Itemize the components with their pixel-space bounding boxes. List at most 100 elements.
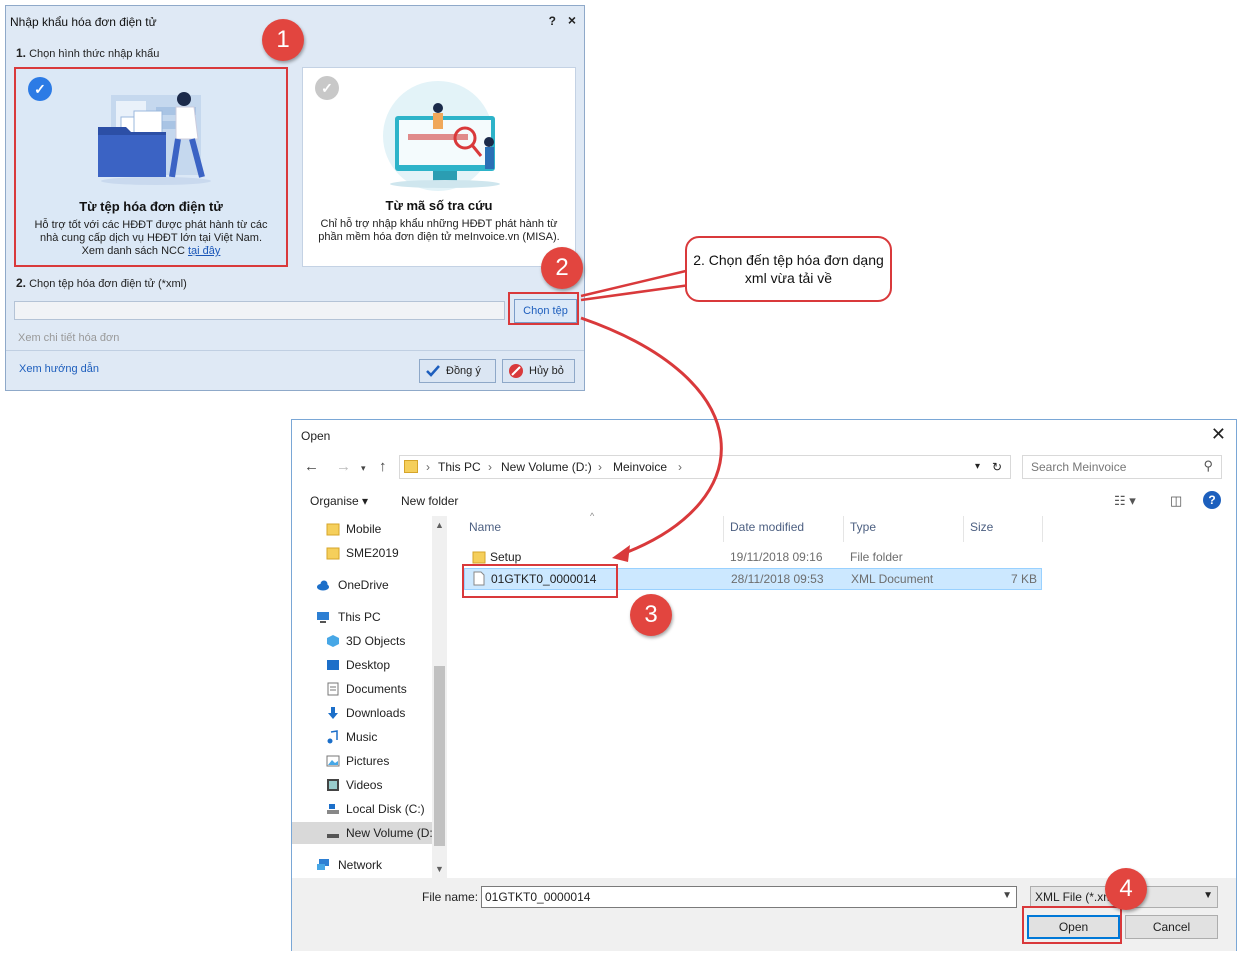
nav-item-label: Videos	[346, 778, 383, 792]
card-desc-list-text: Xem danh sách NCC	[81, 245, 185, 257]
agree-button[interactable]: Đồng ý	[419, 359, 496, 383]
sort-arrow-icon: ^	[590, 511, 595, 521]
search-input[interactable]: Search Meinvoice ⚲	[1022, 455, 1222, 479]
nav-item-label: Mobile	[346, 522, 382, 536]
breadcrumb-item[interactable]: New Volume (D:)	[501, 460, 592, 474]
cancel-button[interactable]: Cancel	[1125, 915, 1218, 939]
column-header-date[interactable]: Date modified	[730, 520, 804, 534]
toolbar: Organise ▾ New folder ☷ ▾ ◫ ?	[292, 486, 1236, 516]
close-button[interactable]: ×	[568, 12, 576, 28]
nav-item-3d-objects[interactable]: 3D Objects	[292, 630, 432, 652]
nav-item-documents[interactable]: Documents	[292, 678, 432, 700]
view-options-icon[interactable]: ☷ ▾	[1114, 493, 1136, 509]
folder-icon	[404, 460, 418, 473]
dialog-title: Open	[301, 429, 331, 443]
chevron-down-icon[interactable]: ▼	[1002, 890, 1012, 901]
guide-link[interactable]: Xem hướng dẫn	[19, 363, 99, 375]
column-header-size[interactable]: Size	[970, 520, 993, 534]
breadcrumb-item[interactable]: Meinvoice	[613, 460, 667, 474]
nav-item-label: Music	[346, 730, 378, 744]
nav-item-videos[interactable]: Videos	[292, 774, 432, 796]
nav-item-label: Downloads	[346, 706, 406, 720]
scroll-down-icon[interactable]: ▼	[435, 864, 444, 874]
scrollbar-thumb[interactable]	[434, 666, 445, 846]
disk-icon	[327, 804, 339, 814]
nav-item-desktop[interactable]: Desktop	[292, 654, 432, 676]
step1-number: 1.	[16, 46, 27, 60]
nav-item-label: Documents	[346, 682, 407, 696]
step2-label: 2. Chọn tệp hóa đơn điện tử (*xml)	[16, 276, 187, 290]
column-separator	[843, 516, 844, 542]
nav-item-label: SME2019	[346, 546, 399, 560]
breadcrumb-separator: ›	[598, 460, 602, 474]
picture-icon	[326, 755, 340, 767]
column-header-type[interactable]: Type	[850, 520, 876, 534]
nav-item-label: This PC	[338, 610, 381, 624]
download-icon	[328, 707, 338, 719]
nav-item-label: 3D Objects	[346, 634, 406, 648]
nav-item-music[interactable]: Music	[292, 726, 432, 748]
address-bar[interactable]: › This PC › New Volume (D:) › Meinvoice …	[399, 455, 1011, 479]
step-marker-3: 3	[630, 594, 672, 636]
video-icon	[327, 779, 339, 791]
back-arrow-icon[interactable]: ←	[304, 458, 319, 475]
nav-item-onedrive[interactable]: OneDrive	[292, 574, 432, 596]
cancel-button[interactable]: Hủy bỏ	[502, 359, 575, 383]
up-arrow-icon[interactable]: ↑	[379, 458, 387, 475]
file-name-input[interactable]: 01GTKT0_0000014 ▼	[481, 886, 1017, 908]
new-folder-button[interactable]: New folder	[401, 494, 458, 508]
file-type: File folder	[850, 550, 903, 564]
open-file-dialog: Open ✕ ← → ▾ ↑ › This PC › New Volume (D…	[291, 419, 1237, 951]
column-header-name[interactable]: Name	[469, 520, 501, 534]
file-name-label: File name:	[422, 890, 479, 904]
preview-pane-icon[interactable]: ◫	[1170, 493, 1182, 509]
nav-item-local-disk[interactable]: Local Disk (C:)	[292, 798, 432, 820]
nav-item-label: Desktop	[346, 658, 391, 672]
card-from-file[interactable]: ✓ Từ tệp hóa đơn điện tử Hỗ trợ tốt với …	[14, 67, 288, 267]
file-path-input[interactable]	[14, 301, 505, 320]
nav-item-pictures[interactable]: Pictures	[292, 750, 432, 772]
cloud-icon	[317, 580, 329, 591]
close-icon[interactable]: ✕	[1211, 424, 1226, 445]
desktop-icon	[327, 660, 339, 670]
file-name: Setup	[490, 550, 522, 564]
navigation-scrollbar[interactable]: ▲ ▼	[432, 516, 447, 878]
nav-item-new-volume[interactable]: New Volume (D:)	[292, 822, 432, 844]
nav-item-mobile[interactable]: Mobile	[292, 518, 432, 540]
highlight-open-button	[1022, 906, 1122, 944]
computer-icon	[317, 612, 329, 623]
nav-item-label: Local Disk (C:)	[346, 802, 425, 816]
nav-item-sme2019[interactable]: SME2019	[292, 542, 432, 564]
card-title: Từ mã số tra cứu	[385, 198, 493, 213]
recent-dropdown-icon[interactable]: ▾	[361, 463, 366, 474]
cube-icon	[327, 635, 339, 647]
step-marker-1: 1	[262, 19, 304, 61]
cancel-icon	[509, 364, 523, 378]
column-separator	[963, 516, 964, 542]
supplier-list-link[interactable]: tại đây	[188, 245, 220, 257]
drive-icon	[327, 834, 339, 838]
breadcrumb-item[interactable]: This PC	[438, 460, 481, 474]
organise-menu[interactable]: Organise ▾	[310, 494, 368, 508]
breadcrumb-separator: ›	[426, 460, 430, 474]
nav-item-this-pc[interactable]: This PC	[292, 606, 432, 628]
highlight-choose-file	[508, 292, 579, 325]
help-icon[interactable]: ?	[1203, 491, 1221, 509]
card-from-lookup-code[interactable]: ✓ Từ mã số tra cứu Chỉ hỗ trợ nhập khẩu …	[302, 67, 576, 267]
file-import-illustration	[98, 92, 211, 185]
agree-label: Đồng ý	[446, 365, 481, 377]
nav-item-label: New Volume (D:)	[346, 826, 432, 840]
highlight-selected-file	[462, 564, 618, 598]
help-button[interactable]: ?	[549, 14, 556, 28]
nav-item-network[interactable]: Network	[292, 854, 432, 876]
file-name-value: 01GTKT0_0000014	[485, 890, 591, 904]
search-icon: ⚲	[1203, 458, 1213, 473]
refresh-icon[interactable]: ↻	[992, 460, 1002, 474]
scroll-up-icon[interactable]: ▲	[435, 520, 444, 530]
folder-icon	[326, 523, 340, 536]
import-invoice-dialog: Nhập khẩu hóa đơn điện tử ? × 1. Chọn hì…	[5, 5, 585, 391]
chevron-down-icon[interactable]: ▾	[975, 461, 980, 472]
forward-arrow-icon[interactable]: →	[336, 458, 351, 475]
navigation-pane: Mobile SME2019 OneDrive This PC 3D Objec…	[292, 516, 447, 878]
nav-item-downloads[interactable]: Downloads	[292, 702, 432, 724]
